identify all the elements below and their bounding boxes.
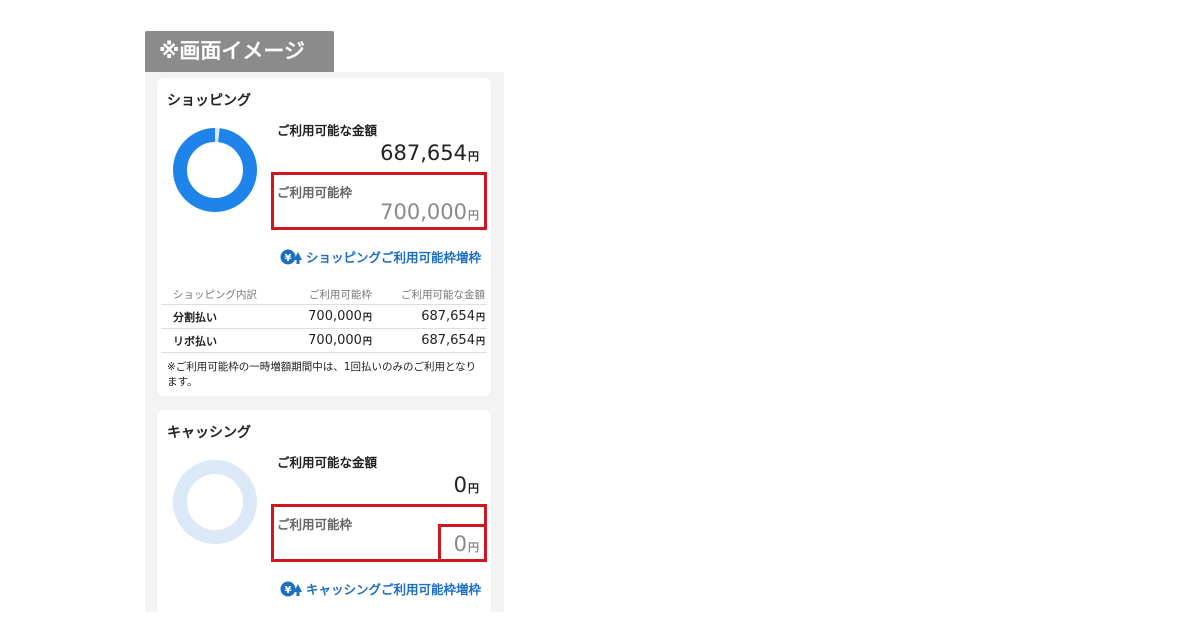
cashing-available-amount: 0円 xyxy=(453,473,479,497)
svg-text:¥: ¥ xyxy=(285,253,292,264)
row-limit: 700,000円 xyxy=(286,304,374,329)
yen-unit: 円 xyxy=(468,150,479,163)
shopping-note: ※ご利用可能枠の一時増額期間中は、1回払いのみのご利用となります。 xyxy=(167,361,477,388)
yen-unit: 円 xyxy=(468,482,479,495)
yen-unit: 円 xyxy=(475,313,485,323)
shopping-limit-label: ご利用可能枠 xyxy=(277,185,353,200)
cashing-increase-link[interactable]: ¥ キャッシングご利用可能枠増枠 xyxy=(280,579,481,598)
table-row: 分割払い 700,000円 687,654円 xyxy=(161,304,487,329)
shopping-available-label: ご利用可能な金額 xyxy=(277,123,378,138)
breakdown-header-available: ご利用可能な金額 xyxy=(373,284,487,305)
shopping-donut-chart xyxy=(173,128,257,212)
shopping-limit-amount: 700,000円 xyxy=(380,200,479,224)
limit-panel: ショッピング ご利用可能な金額 687,654円 ご利用可能枠 700,000円… xyxy=(145,72,504,612)
shopping-title: ショッピング xyxy=(167,93,251,109)
shopping-card: ショッピング ご利用可能な金額 687,654円 ご利用可能枠 700,000円… xyxy=(157,78,491,396)
shopping-donut-arc xyxy=(173,128,257,212)
screen-image-label: ※画面イメージ xyxy=(145,31,334,72)
shopping-available-amount: 687,654円 xyxy=(380,141,479,165)
row-available: 687,654円 xyxy=(373,304,487,329)
shopping-increase-link[interactable]: ¥ ショッピングご利用可能枠増枠 xyxy=(280,247,481,266)
cashing-increase-link-text: キャッシングご利用可能枠増枠 xyxy=(305,582,481,597)
breakdown-header-limit: ご利用可能枠 xyxy=(286,284,374,305)
yen-unit: 円 xyxy=(362,313,372,323)
yen-unit: 円 xyxy=(468,541,479,554)
shopping-breakdown-table: ショッピング内訳 ご利用可能枠 ご利用可能な金額 分割払い 700,000円 6… xyxy=(161,284,487,353)
cashing-available-label: ご利用可能な金額 xyxy=(277,455,378,470)
limit-increase-icon: ¥ xyxy=(280,580,302,598)
yen-unit: 円 xyxy=(468,209,479,222)
yen-unit: 円 xyxy=(475,337,485,347)
breakdown-header-name: ショッピング内訳 xyxy=(161,284,287,305)
yen-unit: 円 xyxy=(362,337,372,347)
row-name: リボ払い xyxy=(161,328,287,353)
cashing-donut-chart xyxy=(173,460,257,544)
limit-increase-icon: ¥ xyxy=(280,248,302,266)
cashing-title: キャッシング xyxy=(167,425,251,441)
shopping-increase-link-text: ショッピングご利用可能枠増枠 xyxy=(305,250,481,265)
table-row: リボ払い 700,000円 687,654円 xyxy=(161,328,487,353)
svg-text:¥: ¥ xyxy=(285,585,292,596)
cashing-limit-label: ご利用可能枠 xyxy=(277,517,353,532)
row-available: 687,654円 xyxy=(373,328,487,353)
row-name: 分割払い xyxy=(161,304,287,329)
cashing-donut-track xyxy=(173,460,257,544)
row-limit: 700,000円 xyxy=(286,328,374,353)
cashing-card: キャッシング ご利用可能な金額 0円 ご利用可能枠 0円 ¥ キャッシングご利用… xyxy=(157,410,491,612)
cashing-limit-amount: 0円 xyxy=(453,532,479,556)
